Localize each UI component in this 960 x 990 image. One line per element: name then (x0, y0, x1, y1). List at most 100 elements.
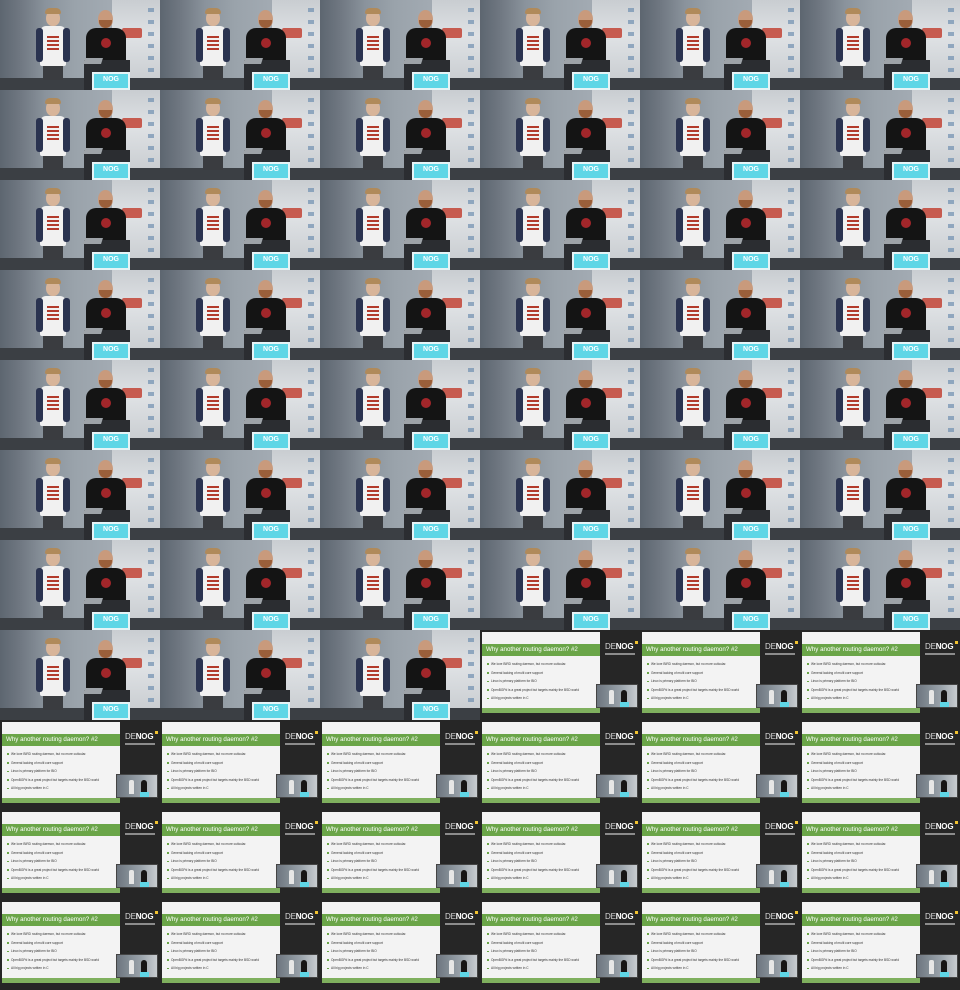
speaker-left-hair (685, 188, 701, 194)
stage-floor (160, 438, 320, 450)
shirt-print (207, 216, 219, 230)
picture-in-picture (756, 954, 798, 978)
speaker-left-sleeve (676, 298, 683, 332)
slide-bullet: General lacking of multi core support (647, 849, 759, 858)
stage-floor (320, 258, 480, 270)
pip-speaker-left (449, 780, 454, 794)
laptop (723, 418, 743, 424)
banner-pattern (628, 188, 634, 258)
speaker-left-sleeve (863, 388, 870, 422)
pip-monitor (780, 972, 789, 977)
slide-bullet: We love BIRD routing daemon, but no more… (647, 840, 759, 849)
slide-frame: Why another routing daemon? #2 We love B… (0, 720, 160, 810)
slide-bullet: All big projects written in C (647, 694, 759, 703)
slide-panel: Why another routing daemon? #2 We love B… (482, 812, 600, 888)
slide-title: Why another routing daemon? #2 (6, 916, 98, 923)
pip-speaker-left (929, 780, 934, 794)
monitor-label: NOG (263, 346, 279, 353)
laptop (883, 238, 903, 244)
slide-bullet: We love BIRD routing daemon, but no more… (807, 660, 919, 669)
speaker-left-sleeve (863, 118, 870, 152)
logo-tagline (445, 833, 475, 835)
slide-bullet: General lacking of multi core support (487, 759, 599, 768)
speaker-left-legs (203, 516, 223, 530)
speaker-right-beard (259, 20, 272, 28)
slide-bullet-list: We love BIRD routing daemon, but no more… (487, 840, 599, 883)
laptop (563, 148, 583, 154)
slide-panel: Why another routing daemon? #2 We love B… (642, 902, 760, 978)
speaker-left-hair (845, 8, 861, 14)
speaker-right-beard (419, 470, 432, 478)
speaker-left-legs (363, 516, 383, 530)
shirt-logo-icon (421, 668, 431, 678)
pip-speaker-left (129, 960, 134, 974)
slide-bullet: We love BIRD routing daemon, but no more… (167, 930, 279, 939)
slide-bullet: We love BIRD routing daemon, but no more… (807, 840, 919, 849)
slide-panel: Why another routing daemon? #2 We love B… (482, 632, 600, 708)
slide-bullet: OpenBGPd is a great project but targets … (327, 776, 439, 785)
slide-bullet: OpenBGPd is a great project but targets … (7, 866, 119, 875)
slide-footer-bar (322, 888, 440, 893)
shirt-print (527, 126, 539, 140)
stage-frame: NOG (640, 90, 800, 180)
speaker-left-sleeve (63, 118, 70, 152)
stage-floor (640, 78, 800, 90)
shirt-print (687, 216, 699, 230)
speaker-left-hair (205, 638, 221, 644)
banner-pattern (788, 458, 794, 528)
shirt-print (207, 306, 219, 320)
stage-frame: NOG (480, 270, 640, 360)
speaker-right-beard (899, 560, 912, 568)
slide-bullet: General lacking of multi core support (807, 849, 919, 858)
slide-title: Why another routing daemon? #2 (806, 826, 898, 833)
speaker-left-legs (43, 696, 63, 710)
slide-bullet: Linux is primary platform for BIO (807, 857, 919, 866)
speaker-left-hair (525, 548, 541, 554)
speaker-right-beard (259, 110, 272, 118)
shirt-print (47, 666, 59, 680)
monitor-label: NOG (263, 616, 279, 623)
pip-monitor (460, 882, 469, 887)
slide-bullet: All big projects written in C (647, 964, 759, 973)
picture-in-picture (596, 954, 638, 978)
slide-bullet: General lacking of multi core support (487, 669, 599, 678)
speaker-left-sleeve (516, 298, 523, 332)
stage-frame: NOG (320, 630, 480, 720)
speaker-right-beard (259, 380, 272, 388)
speaker-left-sleeve (223, 298, 230, 332)
shirt-logo-icon (421, 578, 431, 588)
laptop (83, 688, 103, 694)
slide-bullet: All big projects written in C (327, 874, 439, 883)
pip-monitor (780, 882, 789, 887)
slide-footer-bar (482, 708, 600, 713)
slide-frame: Why another routing daemon? #2 We love B… (800, 630, 960, 720)
logo-tagline (445, 743, 475, 745)
pip-speaker-right (301, 780, 307, 792)
monitor-label: NOG (103, 76, 119, 83)
slide-bullet: OpenBGPd is a great project but targets … (167, 776, 279, 785)
slide-panel: Why another routing daemon? #2 We love B… (162, 722, 280, 798)
speaker-left-sleeve (356, 478, 363, 512)
slide-bullet: General lacking of multi core support (7, 759, 119, 768)
speaker-left-hair (45, 458, 61, 464)
speaker-left-hair (365, 458, 381, 464)
speaker-left-sleeve (223, 208, 230, 242)
monitor-label: NOG (743, 256, 759, 263)
laptop (243, 688, 263, 694)
stage-frame: NOG (480, 450, 640, 540)
logo-tagline (765, 923, 795, 925)
pip-monitor (620, 972, 629, 977)
stage-floor (0, 78, 160, 90)
logo-tagline (125, 833, 155, 835)
logo-tagline (765, 743, 795, 745)
conference-logo: DENOG (285, 822, 314, 831)
shirt-print (47, 306, 59, 320)
conference-logo: DENOG (765, 642, 794, 651)
pip-speaker-left (769, 780, 774, 794)
slide-footer-bar (322, 978, 440, 983)
slide-bullet: General lacking of multi core support (807, 759, 919, 768)
speaker-left-hair (685, 98, 701, 104)
shirt-logo-icon (741, 308, 751, 318)
speaker-left-sleeve (356, 28, 363, 62)
shirt-logo-icon (901, 578, 911, 588)
